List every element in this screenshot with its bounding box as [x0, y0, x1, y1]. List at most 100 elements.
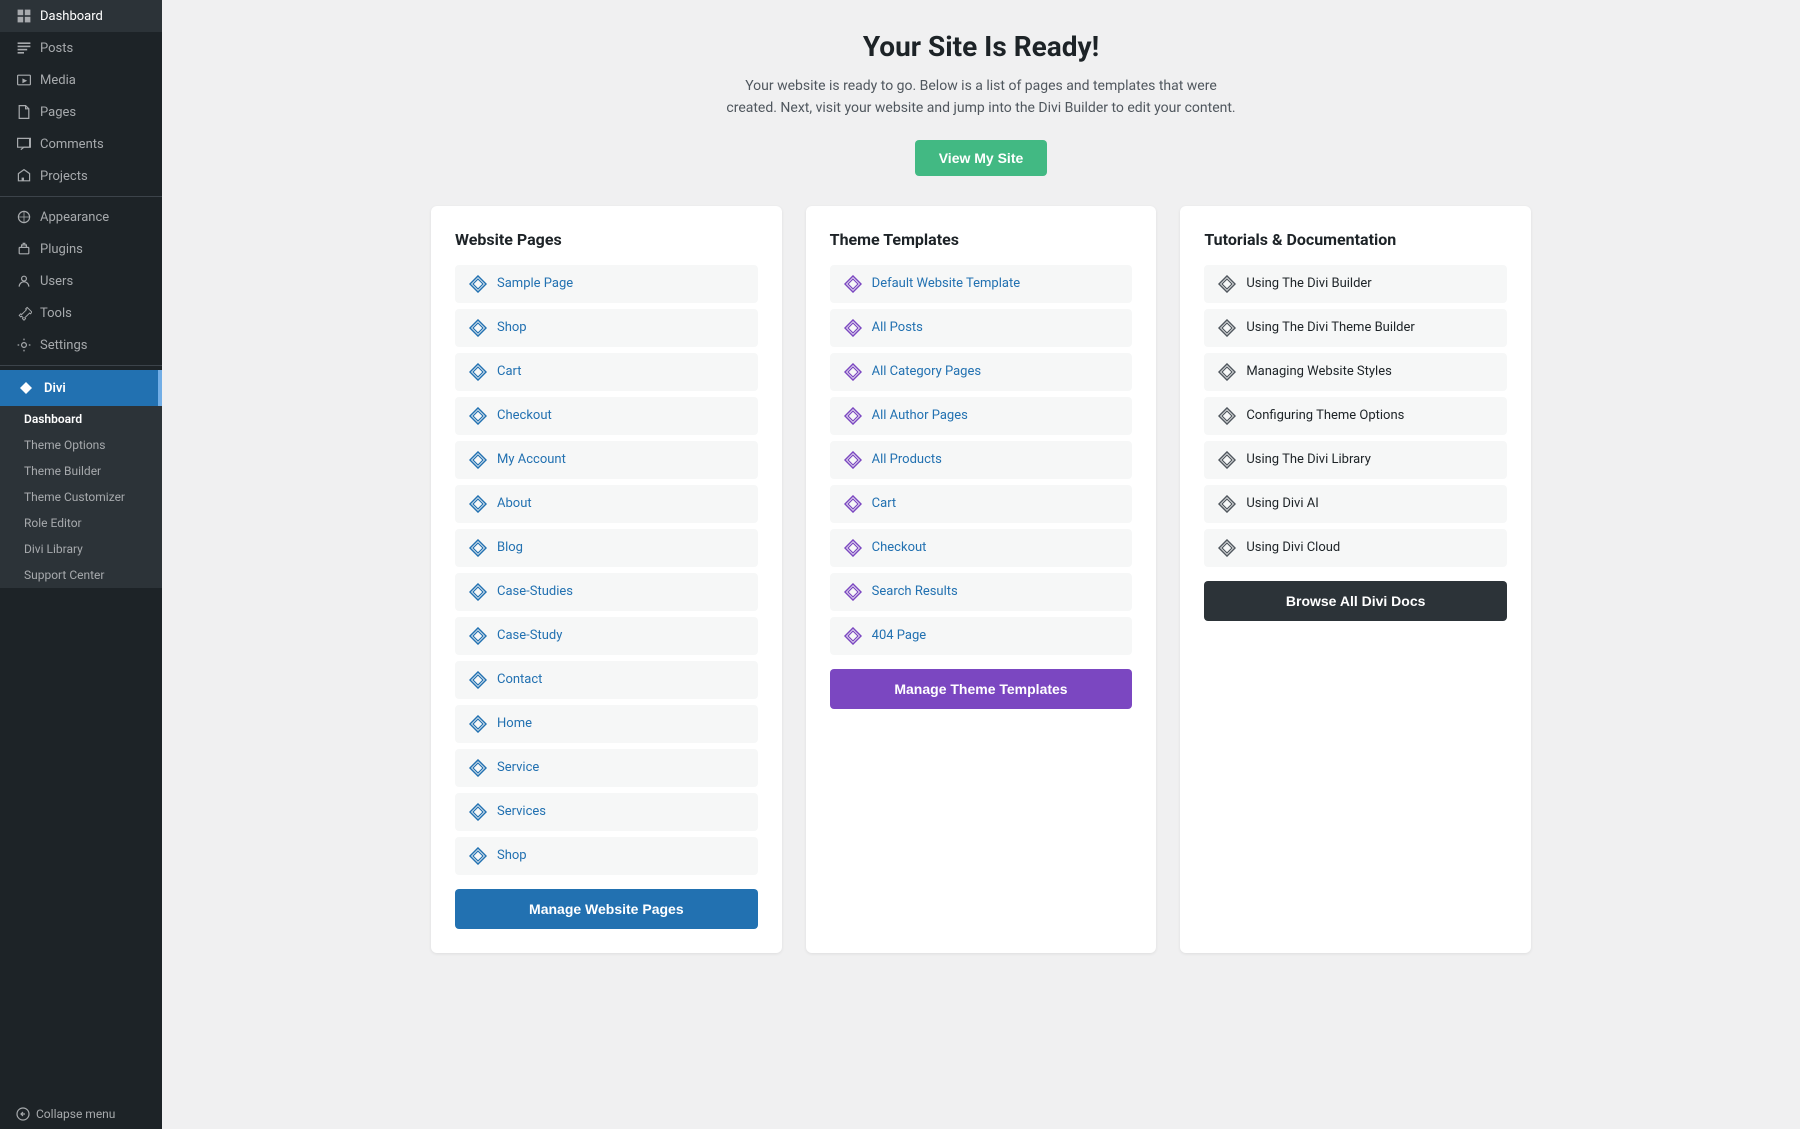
sidebar-item-posts[interactable]: Posts	[0, 32, 162, 64]
sidebar-divi-label: Divi	[44, 381, 66, 396]
divi-page-icon-13	[469, 803, 487, 821]
divi-page-icon-5	[469, 451, 487, 469]
sidebar-item-media[interactable]: Media	[0, 64, 162, 96]
divi-sub-role-editor[interactable]: Role Editor	[0, 510, 162, 536]
divi-tutorial-icon-1	[1218, 275, 1236, 293]
tutorial-item-theme-options[interactable]: Configuring Theme Options	[1204, 397, 1507, 435]
sidebar-item-dashboard[interactable]: Dashboard	[0, 0, 162, 32]
collapse-label: Collapse menu	[36, 1107, 115, 1121]
divi-page-icon-6	[469, 495, 487, 513]
sidebar-plugins-label: Plugins	[40, 242, 83, 257]
collapse-icon	[16, 1107, 30, 1121]
page-item-contact[interactable]: Contact	[455, 661, 758, 699]
projects-icon	[16, 168, 32, 184]
template-item-search-results[interactable]: Search Results	[830, 573, 1133, 611]
tutorial-item-divi-builder[interactable]: Using The Divi Builder	[1204, 265, 1507, 303]
template-item-category-pages[interactable]: All Category Pages	[830, 353, 1133, 391]
sidebar-appearance-label: Appearance	[40, 210, 109, 225]
template-item-all-products[interactable]: All Products	[830, 441, 1133, 479]
divi-tutorial-icon-2	[1218, 319, 1236, 337]
sidebar-pages-label: Pages	[40, 105, 76, 120]
divi-page-icon-12	[469, 759, 487, 777]
divi-template-icon-6	[844, 495, 862, 513]
sidebar-posts-label: Posts	[40, 41, 73, 56]
template-item-all-posts[interactable]: All Posts	[830, 309, 1133, 347]
page-item-my-account[interactable]: My Account	[455, 441, 758, 479]
dashboard-icon	[16, 8, 32, 24]
divi-sub-theme-builder[interactable]: Theme Builder	[0, 458, 162, 484]
divi-template-icon-3	[844, 363, 862, 381]
page-item-about[interactable]: About	[455, 485, 758, 523]
page-item-checkout[interactable]: Checkout	[455, 397, 758, 435]
divi-page-icon-9	[469, 627, 487, 645]
template-item-default[interactable]: Default Website Template	[830, 265, 1133, 303]
page-item-case-study[interactable]: Case-Study	[455, 617, 758, 655]
sidebar-settings-label: Settings	[40, 338, 87, 353]
divi-sub-divi-library[interactable]: Divi Library	[0, 536, 162, 562]
divi-page-icon-8	[469, 583, 487, 601]
page-item-service[interactable]: Service	[455, 749, 758, 787]
divi-page-icon-3	[469, 363, 487, 381]
sidebar: Dashboard Posts Media Pages Comments	[0, 0, 162, 1129]
template-item-cart[interactable]: Cart	[830, 485, 1133, 523]
page-item-sample-page[interactable]: Sample Page	[455, 265, 758, 303]
page-item-blog[interactable]: Blog	[455, 529, 758, 567]
divi-sub-support-center[interactable]: Support Center	[0, 562, 162, 588]
sidebar-divi-header[interactable]: Divi	[0, 370, 162, 406]
page-item-shop-2[interactable]: Shop	[455, 837, 758, 875]
settings-icon	[16, 337, 32, 353]
browse-all-docs-button[interactable]: Browse All Divi Docs	[1204, 581, 1507, 621]
tutorial-item-divi-cloud[interactable]: Using Divi Cloud	[1204, 529, 1507, 567]
template-item-author-pages[interactable]: All Author Pages	[830, 397, 1133, 435]
sidebar-comments-label: Comments	[40, 137, 104, 152]
tutorial-item-divi-library[interactable]: Using The Divi Library	[1204, 441, 1507, 479]
tutorial-item-theme-builder[interactable]: Using The Divi Theme Builder	[1204, 309, 1507, 347]
template-item-404-page[interactable]: 404 Page	[830, 617, 1133, 655]
sidebar-divider-1	[0, 196, 162, 197]
main-content: Your Site Is Ready! Your website is read…	[162, 0, 1800, 1129]
divi-sub-theme-customizer[interactable]: Theme Customizer	[0, 484, 162, 510]
page-item-case-studies[interactable]: Case-Studies	[455, 573, 758, 611]
manage-website-pages-button[interactable]: Manage Website Pages	[455, 889, 758, 929]
page-item-home[interactable]: Home	[455, 705, 758, 743]
divi-page-icon-14	[469, 847, 487, 865]
divi-tutorial-icon-5	[1218, 451, 1236, 469]
sidebar-item-projects[interactable]: Projects	[0, 160, 162, 192]
sidebar-projects-label: Projects	[40, 169, 88, 184]
divi-page-icon-11	[469, 715, 487, 733]
sidebar-item-plugins[interactable]: Plugins	[0, 233, 162, 265]
divi-tutorial-icon-3	[1218, 363, 1236, 381]
sidebar-tools-label: Tools	[40, 306, 72, 321]
sidebar-item-comments[interactable]: Comments	[0, 128, 162, 160]
tutorial-item-divi-ai[interactable]: Using Divi AI	[1204, 485, 1507, 523]
manage-theme-templates-button[interactable]: Manage Theme Templates	[830, 669, 1133, 709]
tutorials-title: Tutorials & Documentation	[1204, 230, 1507, 249]
website-pages-card: Website Pages Sample Page Shop Cart Chec…	[431, 206, 782, 953]
page-subtitle: Your website is ready to go. Below is a …	[721, 75, 1241, 120]
page-item-cart[interactable]: Cart	[455, 353, 758, 391]
divi-template-icon-7	[844, 539, 862, 557]
sidebar-item-tools[interactable]: Tools	[0, 297, 162, 329]
divi-sub-theme-options[interactable]: Theme Options	[0, 432, 162, 458]
users-icon	[16, 273, 32, 289]
divi-page-icon	[469, 275, 487, 293]
posts-icon	[16, 40, 32, 56]
cards-grid: Website Pages Sample Page Shop Cart Chec…	[431, 206, 1531, 953]
sidebar-item-users[interactable]: Users	[0, 265, 162, 297]
divi-sub-menu: Dashboard Theme Options Theme Builder Th…	[0, 406, 162, 588]
template-item-checkout[interactable]: Checkout	[830, 529, 1133, 567]
sidebar-item-appearance[interactable]: Appearance	[0, 201, 162, 233]
divi-sub-dashboard[interactable]: Dashboard	[0, 406, 162, 432]
collapse-menu-btn[interactable]: Collapse menu	[0, 1099, 162, 1129]
page-item-shop[interactable]: Shop	[455, 309, 758, 347]
sidebar-media-label: Media	[40, 73, 76, 88]
divi-page-icon-4	[469, 407, 487, 425]
tutorial-item-website-styles[interactable]: Managing Website Styles	[1204, 353, 1507, 391]
divi-template-icon-8	[844, 583, 862, 601]
divi-page-icon-7	[469, 539, 487, 557]
page-item-services[interactable]: Services	[455, 793, 758, 831]
view-site-button[interactable]: View My Site	[915, 140, 1048, 176]
sidebar-item-pages[interactable]: Pages	[0, 96, 162, 128]
divi-tutorial-icon-7	[1218, 539, 1236, 557]
sidebar-item-settings[interactable]: Settings	[0, 329, 162, 361]
